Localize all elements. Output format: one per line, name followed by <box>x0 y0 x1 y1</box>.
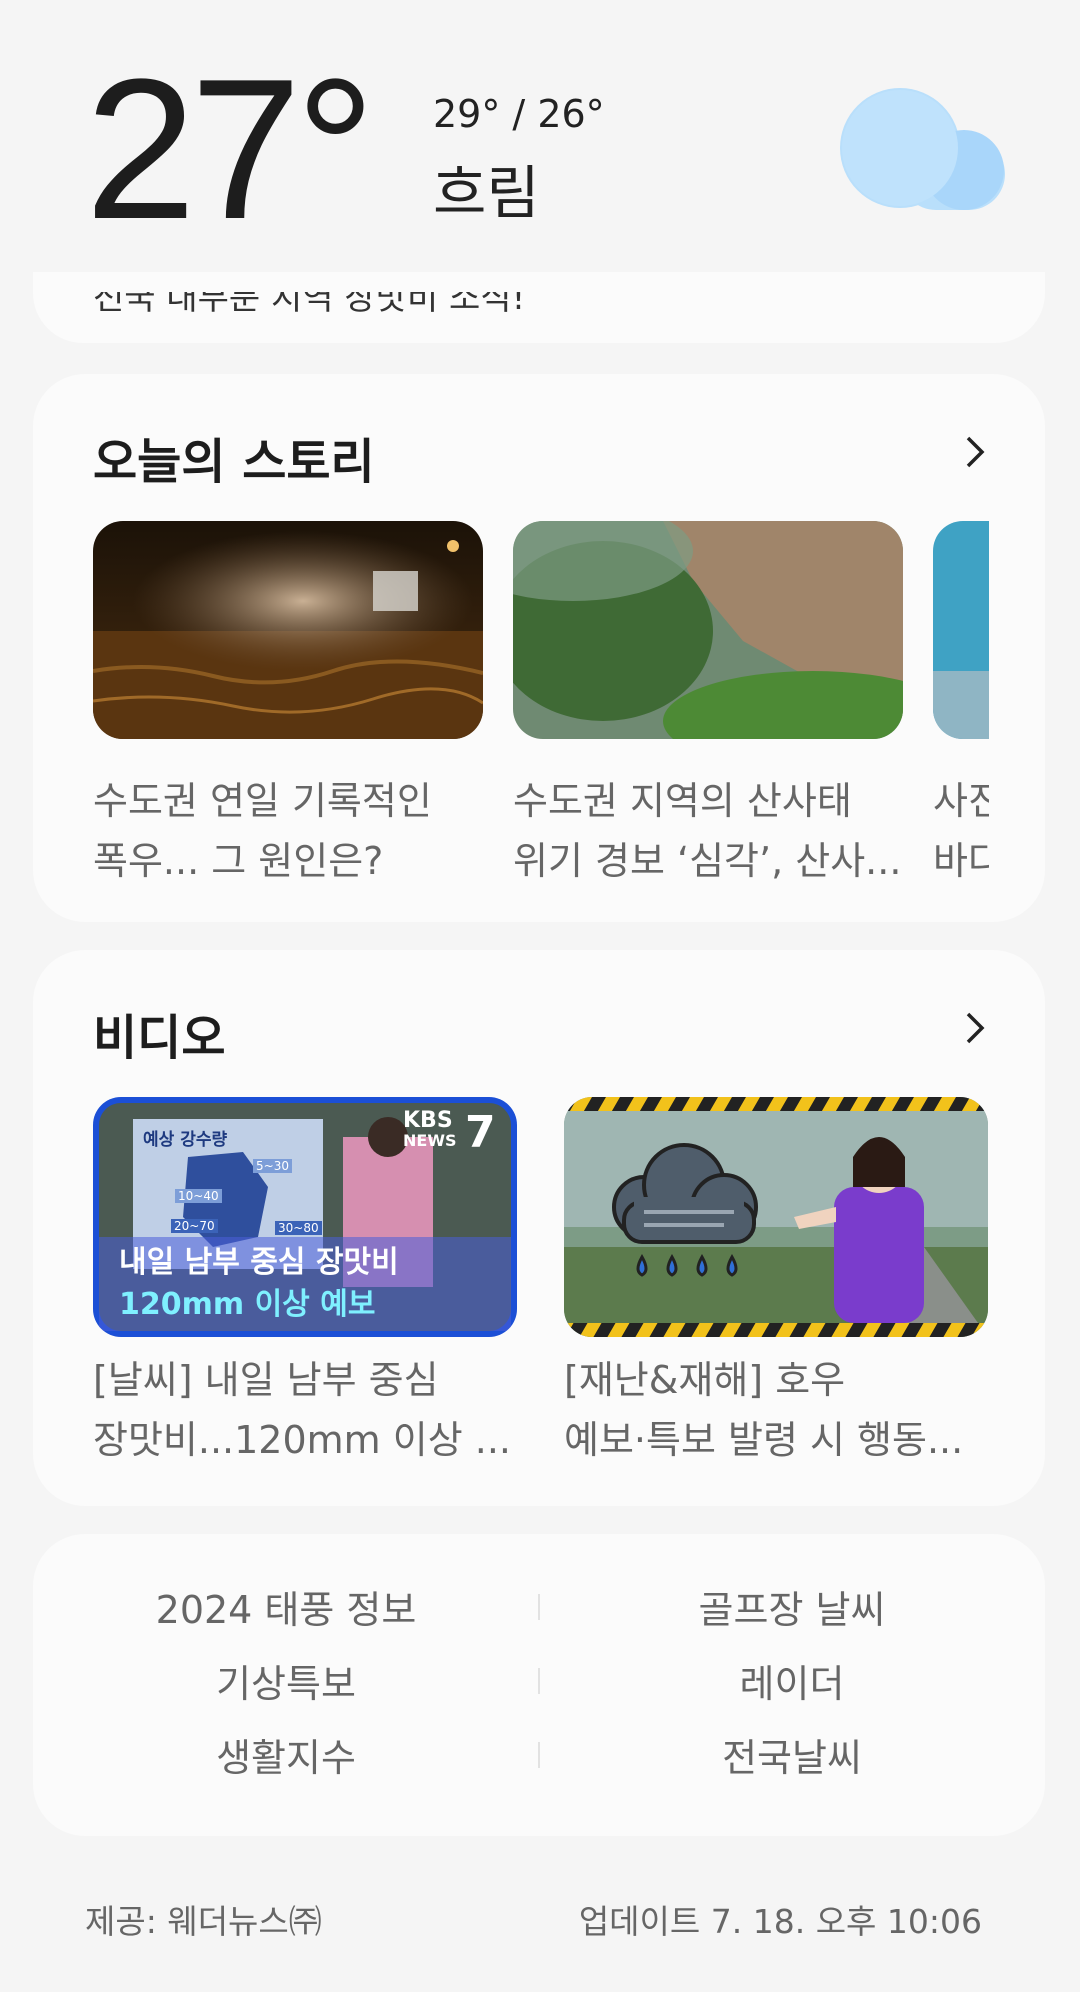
video-card: 비디오 예상 강수량 5~30 10~40 20~70 30~80 KBS NE… <box>33 950 1045 1506</box>
update-timestamp: 업데이트 7. 18. 오후 10:06 <box>578 1902 982 1941</box>
story-line: 수도권 지역의 산사태 <box>513 779 852 823</box>
story-headline[interactable]: 사진 바다 <box>933 771 989 891</box>
current-weather-header: 27° 29° / 26° 흐림 <box>0 0 1080 272</box>
link-golf-weather[interactable]: 골프장 날씨 <box>539 1579 1045 1634</box>
quick-links-card: 2024 태풍 정보 골프장 날씨 기상특보 레이더 생활지수 전국날씨 <box>33 1534 1045 1836</box>
thumbnail-headline: 내일 남부 중심 장맛비 <box>119 1245 399 1280</box>
video-title[interactable]: [날씨] 내일 남부 중심 장맛비...120mm 이상 ... <box>93 1350 517 1470</box>
provider-credit[interactable]: 제공: 웨더뉴스㈜ <box>85 1895 322 1943</box>
map-label: 5~30 <box>253 1159 292 1173</box>
story-image-sea[interactable] <box>933 521 989 739</box>
chevron-right-icon[interactable] <box>960 432 990 472</box>
high-low-temperature: 29° / 26° <box>433 92 605 136</box>
story-line: 사진 <box>933 779 989 823</box>
video-title-line: [재난&재해] 호우 <box>564 1358 846 1402</box>
brand-sub-text: NEWS <box>403 1131 457 1150</box>
link-weather-warnings[interactable]: 기상특보 <box>33 1653 539 1708</box>
story-image-flood[interactable] <box>93 521 483 739</box>
video-thumbnail-disaster[interactable] <box>564 1097 988 1337</box>
partial-headline: 전국 대부분 지역 장맛비 소식! <box>93 278 526 318</box>
story-line: 수도권 연일 기록적인 <box>93 779 432 823</box>
kbs-news-logo: KBS NEWS <box>403 1108 457 1151</box>
section-title: 비디오 <box>93 1010 226 1066</box>
story-line: 바다 <box>933 839 989 883</box>
video-title-line: 장맛비...120mm 이상 ... <box>93 1418 511 1462</box>
current-temperature: 27° <box>85 38 375 261</box>
story-line: 폭우... 그 원인은? <box>93 839 384 883</box>
map-label: 10~40 <box>175 1189 222 1203</box>
story-headline[interactable]: 수도권 지역의 산사태 위기 경보 ‘심각’, 산사... <box>513 771 903 891</box>
story-headline[interactable]: 수도권 연일 기록적인 폭우... 그 원인은? <box>93 771 483 891</box>
link-national-weather[interactable]: 전국날씨 <box>539 1727 1045 1782</box>
video-title-line: [날씨] 내일 남부 중심 <box>93 1358 439 1402</box>
video-thumbnail-kbs[interactable]: 예상 강수량 5~30 10~40 20~70 30~80 KBS NEWS 7… <box>93 1097 517 1337</box>
map-label: 20~70 <box>171 1219 218 1233</box>
link-life-index[interactable]: 생활지수 <box>33 1727 539 1782</box>
weather-condition: 흐림 <box>433 159 540 227</box>
map-label: 30~80 <box>275 1221 322 1235</box>
link-typhoon-info[interactable]: 2024 태풍 정보 <box>33 1579 539 1634</box>
cloud-icon <box>840 88 1005 210</box>
thumbnail-headline: 120mm 이상 예보 <box>119 1287 376 1322</box>
video-title-line: 예보·특보 발령 시 행동... <box>564 1418 964 1462</box>
chevron-right-icon[interactable] <box>960 1008 990 1048</box>
link-radar[interactable]: 레이더 <box>539 1653 1045 1708</box>
story-line: 위기 경보 ‘심각’, 산사... <box>513 839 902 883</box>
map-title: 예상 강수량 <box>143 1130 228 1150</box>
todays-story-card: 오늘의 스토리 수도권 연일 기록적인 폭우... 그 원인은? 수도권 지역의… <box>33 374 1045 922</box>
story-image-landslide[interactable] <box>513 521 903 739</box>
brand-text: KBS <box>403 1108 453 1133</box>
channel-number: 7 <box>465 1107 496 1158</box>
video-title[interactable]: [재난&재해] 호우 예보·특보 발령 시 행동... <box>564 1350 988 1470</box>
section-title: 오늘의 스토리 <box>93 434 375 490</box>
